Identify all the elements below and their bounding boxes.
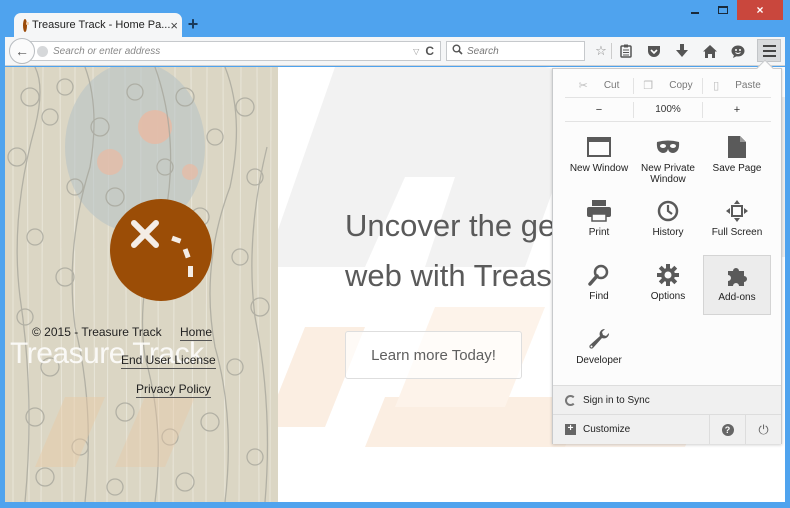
url-input[interactable] [53, 45, 414, 57]
search-input[interactable] [467, 45, 601, 57]
printer-icon [587, 199, 611, 223]
reading-list-icon[interactable] [612, 41, 640, 61]
back-button[interactable]: ← [9, 38, 35, 64]
privacy-policy-link[interactable]: Privacy Policy [136, 382, 211, 398]
save-page-icon [725, 135, 749, 159]
menu-bar-line [762, 54, 776, 57]
magnifier-icon [587, 263, 611, 287]
clock-icon [656, 199, 680, 223]
tab-title: Treasure Track - Home Pa... [32, 19, 171, 31]
identity-icon[interactable] [37, 45, 48, 57]
zoom-reset-button[interactable]: 100% [633, 101, 702, 118]
clipboard-icon: ▯ [713, 80, 720, 92]
copy-button[interactable]: ❐ Copy [633, 77, 702, 94]
minimize-button[interactable] [681, 0, 709, 20]
sync-icon [565, 394, 576, 406]
full-screen-button[interactable]: Full Screen [703, 191, 771, 251]
full-screen-icon [725, 199, 749, 223]
pocket-icon[interactable] [640, 41, 668, 61]
add-ons-button[interactable]: Add-ons [703, 255, 771, 315]
minimize-icon [691, 12, 699, 14]
tab-treasure-track[interactable]: Treasure Track - Home Pa... × [14, 13, 182, 37]
maximize-icon [718, 6, 728, 14]
save-page-button[interactable]: Save Page [703, 127, 771, 187]
wrench-icon [587, 327, 611, 351]
options-label: Options [650, 291, 686, 302]
nav-bar: ▽ C ← ☆ [5, 37, 785, 66]
new-window-label: New Window [569, 163, 629, 174]
new-window-button[interactable]: New Window [565, 127, 633, 187]
hero-headline-line1: Uncover the ge [345, 208, 556, 243]
power-icon: ⏻ [758, 421, 769, 437]
full-screen-label: Full Screen [711, 227, 763, 238]
menu-bar-line [762, 44, 776, 47]
close-window-button[interactable]: × [737, 0, 783, 20]
panel-footer: Sign in to Sync + Customize ? ⏻ [553, 385, 781, 444]
help-button[interactable]: ? [709, 415, 745, 444]
paste-label: Paste [735, 80, 761, 91]
search-icon [452, 44, 463, 58]
print-button[interactable]: Print [565, 191, 633, 251]
paste-button[interactable]: ▯ Paste [702, 77, 771, 94]
edit-controls: ✂ Cut ❐ Copy ▯ Paste [565, 74, 771, 98]
sync-label: Sign in to Sync [583, 394, 650, 406]
hero-headline: Uncover the ge web with Treas [345, 201, 555, 301]
favicon-icon [23, 18, 30, 32]
sign-in-sync-button[interactable]: Sign in to Sync [553, 386, 781, 415]
hero-headline-line2: web with Treas [345, 258, 552, 293]
new-tab-button[interactable]: + [186, 14, 200, 35]
maximize-button[interactable] [709, 0, 737, 20]
search-bar[interactable] [446, 41, 601, 61]
title-bar: Treasure Track - Home Pa... × + × [0, 0, 790, 38]
browser-window: Treasure Track - Home Pa... × + × ▽ C ← … [0, 0, 790, 508]
add-ons-label: Add-ons [718, 292, 756, 303]
find-label: Find [589, 291, 609, 302]
new-private-window-button[interactable]: New Private Window [634, 127, 702, 187]
new-private-window-label: New Private Window [641, 163, 695, 185]
copy-icon: ❐ [643, 80, 654, 92]
zoom-controls: − 100% + [565, 98, 771, 122]
customize-row: + Customize ? ⏻ [553, 415, 781, 444]
scissors-icon: ✂ [578, 80, 588, 92]
help-icon: ? [721, 423, 734, 436]
developer-label: Developer [576, 355, 622, 366]
treasure-track-logo [110, 199, 212, 301]
options-button[interactable]: Options [634, 255, 702, 315]
developer-button[interactable]: Developer [565, 319, 633, 379]
toolbar-icons: ☆ [591, 41, 752, 61]
cut-button[interactable]: ✂ Cut [565, 78, 633, 94]
window-controls: × [681, 0, 783, 22]
history-dropmarker-icon[interactable]: ▽ [413, 47, 419, 56]
history-label: History [652, 227, 684, 238]
find-button[interactable]: Find [565, 255, 633, 315]
customize-button[interactable]: Customize [583, 424, 630, 435]
home-icon[interactable] [696, 41, 724, 61]
zoom-in-button[interactable]: + [702, 101, 771, 118]
quit-button[interactable]: ⏻ [745, 415, 781, 444]
bookmark-star-icon[interactable]: ☆ [591, 41, 611, 61]
hello-chat-icon[interactable] [724, 41, 752, 61]
downloads-icon[interactable] [668, 41, 696, 61]
private-mask-icon [656, 135, 680, 159]
customize-icon: + [565, 424, 576, 435]
reload-icon[interactable]: C [425, 44, 434, 58]
app-menu-panel: ✂ Cut ❐ Copy ▯ Paste − 100% + New Window Ne… [552, 59, 782, 444]
new-window-icon [587, 135, 611, 159]
close-tab-icon[interactable]: × [170, 18, 178, 33]
history-button[interactable]: History [634, 191, 702, 251]
eula-link[interactable]: End User License [121, 353, 216, 369]
save-page-label: Save Page [712, 163, 762, 174]
home-link[interactable]: Home [180, 325, 213, 341]
print-label: Print [588, 227, 610, 238]
url-bar[interactable]: ▽ C [29, 41, 441, 61]
open-menu-button[interactable] [757, 39, 781, 62]
gear-icon [656, 263, 680, 287]
cut-label: Cut [603, 80, 620, 91]
learn-more-button[interactable]: Learn more Today! [345, 331, 522, 379]
zoom-out-button[interactable]: − [565, 102, 633, 118]
copy-label: Copy [669, 80, 693, 91]
left-panel: © 2015 - Treasure Track Treasure Track H… [5, 67, 278, 502]
menu-bar-line [762, 49, 776, 52]
puzzle-piece-icon [725, 264, 749, 288]
